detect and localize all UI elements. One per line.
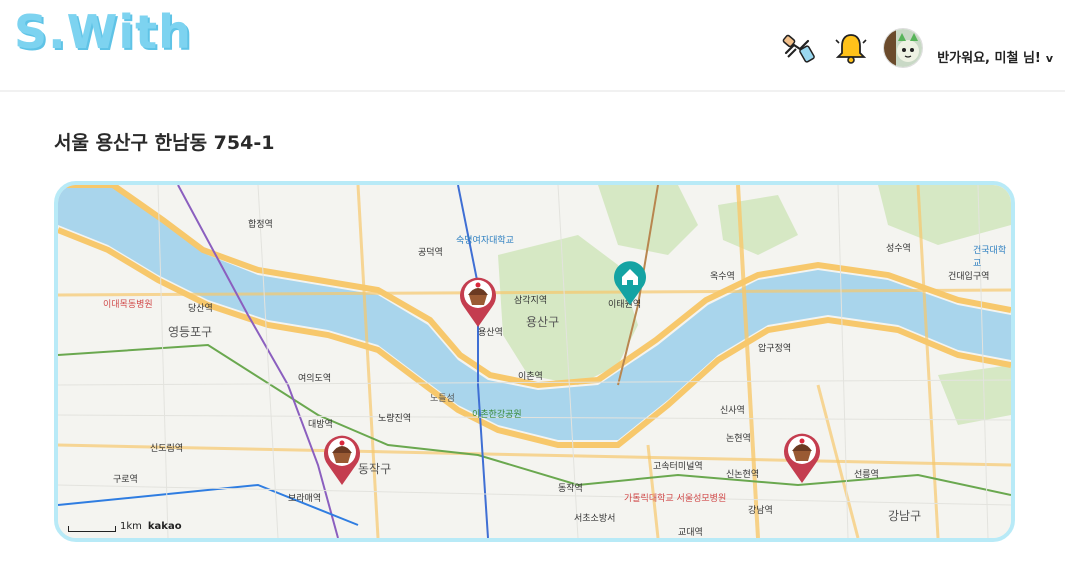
map-marker-3[interactable]	[780, 429, 824, 485]
greeting-text: 반가워요, 미철 님!	[937, 50, 1041, 66]
cupcake-icon	[324, 435, 360, 485]
scale-bar	[68, 526, 116, 532]
logo[interactable]: S.With	[14, 4, 192, 60]
map-view[interactable]: 용산구 영등포구 동작구 강남구 합정역 당산역 신도림역 구로역 대방역 노량…	[54, 181, 1015, 542]
cupcake-icon	[784, 433, 820, 483]
top-header: S.With 반가워요, 미철 님! v	[0, 0, 1065, 92]
map-canvas[interactable]	[58, 185, 1011, 538]
map-scale: 1km kakao	[68, 521, 182, 532]
bell-icon[interactable]	[831, 28, 871, 68]
header-actions: 반가워요, 미철 님! v	[779, 26, 1053, 70]
address-title: 서울 용산구 한남동 754-1	[54, 132, 275, 154]
handshake-icon[interactable]	[779, 28, 819, 68]
avatar[interactable]	[883, 28, 924, 68]
map-marker-1[interactable]	[456, 273, 500, 329]
map-provider-logo[interactable]: kakao	[148, 521, 182, 532]
home-marker[interactable]	[612, 259, 648, 307]
map-marker-2[interactable]	[320, 431, 364, 487]
user-menu[interactable]: 반가워요, 미철 님! v	[937, 47, 1053, 66]
home-icon	[614, 261, 646, 305]
chevron-down-icon: v	[1045, 51, 1053, 65]
cupcake-icon	[460, 277, 496, 327]
scale-label: 1km	[120, 521, 142, 532]
